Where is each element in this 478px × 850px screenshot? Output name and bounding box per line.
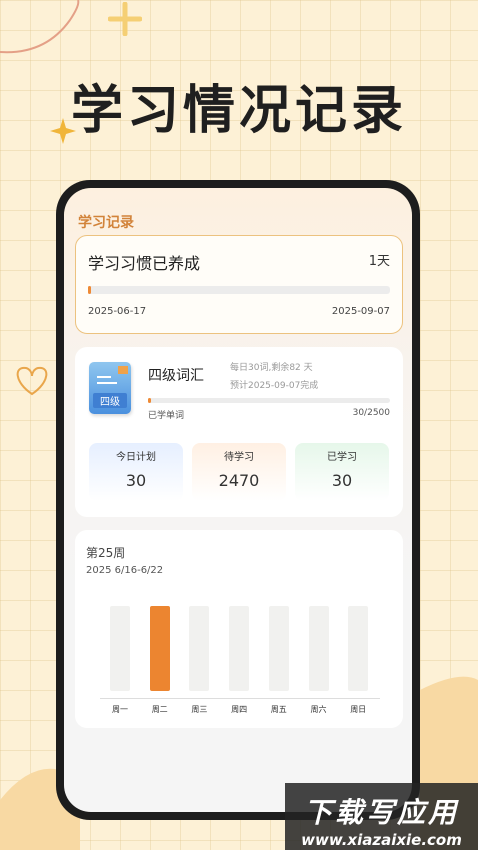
day-label: 周二 [151, 705, 168, 714]
habit-progress-fill [88, 286, 92, 294]
habit-title: 学习习惯已养成 [88, 254, 201, 273]
stat-learned[interactable]: 已学习 30 [295, 443, 389, 501]
week-number: 第25周 [86, 546, 126, 560]
vocab-daily-info: 每日30词,剩余82 天 [230, 363, 313, 373]
day-bar-2 [149, 606, 170, 691]
vocab-book-name: 四级词汇 [148, 368, 204, 384]
learned-words-count: 30/2500 [352, 408, 390, 418]
decorative-arc [0, 0, 80, 54]
day-bar-5 [268, 606, 289, 691]
book-line [97, 376, 111, 378]
stat-today-plan[interactable]: 今日计划 30 [89, 443, 183, 501]
day-bar-fill [149, 606, 170, 691]
day-label: 周四 [231, 705, 248, 714]
watermark-url: www.xiazaixie.com [301, 831, 462, 849]
stat-pending[interactable]: 待学习 2470 [192, 443, 286, 501]
chart-axis [100, 698, 380, 699]
book-icon: 四级 [89, 362, 131, 414]
phone-frame: 学习记录 学习习惯已养成 1天 2025-06-17 2025-09-07 四级… [56, 180, 420, 820]
day-bar-7 [348, 606, 369, 691]
app-screen: 学习记录 学习习惯已养成 1天 2025-06-17 2025-09-07 四级… [64, 188, 412, 812]
day-bar-3 [189, 606, 210, 691]
habit-start-date: 2025-06-17 [88, 306, 147, 317]
watermark-title: 下载写应用 [303, 796, 459, 829]
habit-card[interactable]: 学习习惯已养成 1天 2025-06-17 2025-09-07 [75, 235, 403, 334]
stat-value: 30 [125, 471, 147, 490]
day-label: 周五 [270, 705, 287, 714]
stat-value: 2470 [218, 471, 260, 490]
vocab-progress-bar [148, 398, 390, 403]
vocab-estimate: 预计2025-09-07完成 [230, 381, 319, 391]
day-label: 周三 [191, 705, 208, 714]
day-bar-4 [229, 606, 250, 691]
learned-words-label: 已学单词 [148, 411, 185, 421]
vocab-card[interactable]: 四级 四级词汇 每日30词,剩余82 天 预计2025-09-07完成 已学单词… [75, 347, 403, 517]
watermark: 下载写应用 www.xiazaixie.com [285, 783, 478, 850]
stat-label: 待学习 [224, 452, 254, 463]
book-line [97, 382, 117, 384]
stat-label: 今日计划 [116, 452, 156, 463]
bookmark-tag [118, 366, 128, 374]
stat-label: 已学习 [327, 452, 357, 463]
habit-days: 1天 [368, 254, 390, 269]
screen-title: 学习记录 [78, 215, 134, 231]
week-range: 2025 6/16-6/22 [86, 565, 164, 576]
day-label: 周日 [350, 705, 367, 714]
vocab-progress-fill [148, 398, 151, 403]
habit-progress-bar [88, 286, 390, 294]
day-bar-6 [308, 606, 329, 691]
day-label: 周一 [112, 705, 128, 714]
page-headline: 学习情况记录 [70, 81, 407, 141]
day-bar-1 [110, 606, 130, 691]
stat-value: 30 [331, 471, 353, 490]
habit-end-date: 2025-09-07 [331, 306, 390, 317]
weekly-chart-card: 第25周 2025 6/16-6/22 周一 周二 周三 周四 周五 周六 周日 [75, 530, 403, 728]
heart-doodle-icon [16, 366, 48, 396]
book-label: 四级 [93, 393, 127, 408]
day-label: 周六 [310, 705, 327, 714]
sparkle-icon [108, 2, 142, 36]
